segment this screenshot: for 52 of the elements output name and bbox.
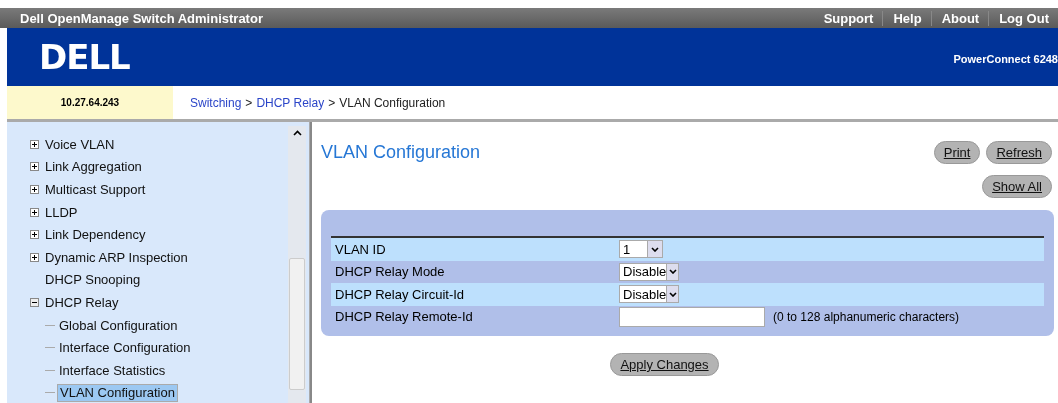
expand-icon[interactable] [30,207,39,217]
caret-icon[interactable] [668,291,677,297]
tree-item[interactable]: DHCP Snooping [43,272,143,288]
page-title: VLAN Configuration [321,142,481,163]
expand-icon[interactable] [30,185,39,194]
breadcrumb-current: VLAN Configuration [339,95,446,110]
logo: DELL [39,37,130,77]
scrollbar[interactable] [288,126,306,403]
window-title: Dell OpenManage Switch Administrator [20,10,263,26]
tree-item[interactable]: Voice VLAN [43,136,117,152]
expand-icon[interactable] [30,162,39,172]
toolbar-button[interactable]: Refresh [986,141,1052,164]
tree-item[interactable]: LLDP [43,204,80,220]
tree-item[interactable]: Interface Configuration [57,340,193,356]
top-link[interactable]: About [930,10,989,26]
expand-icon[interactable] [30,230,39,240]
dropdown[interactable]: Disable [619,285,679,304]
tree-item[interactable]: Multicast Support [43,182,148,197]
top-link[interactable]: Log Out [988,10,1058,26]
toolbar-button[interactable]: Print [933,141,981,164]
scroll-up-icon[interactable] [292,130,302,138]
show-all-button[interactable]: Show All [982,175,1052,198]
tree-item[interactable]: Interface Statistics [57,362,168,378]
top-link[interactable]: Help [882,10,931,26]
expand-icon[interactable] [30,139,39,149]
breadcrumb-link[interactable]: DHCP Relay [256,95,325,110]
tree-item[interactable]: VLAN Configuration [57,383,178,402]
collapse-icon[interactable] [30,297,39,307]
breadcrumb-separator: > [245,95,253,110]
tree-item[interactable]: Dynamic ARP Inspection [43,249,190,265]
input-field[interactable] [619,306,765,327]
apply-changes-button[interactable]: Apply Changes [610,353,719,376]
breadcrumb-link[interactable]: Switching [190,95,242,110]
breadcrumb-separator: > [328,95,336,110]
dropdown[interactable]: 1 [619,240,663,259]
field-hint: (0 to 128 alphanumeric characters) [773,309,960,324]
tree-item[interactable]: Link Aggregation [43,159,144,175]
field-label: DHCP Relay Circuit-Id [334,286,466,302]
top-link[interactable]: Support [813,10,883,26]
caret-icon[interactable] [651,246,659,252]
caret-icon[interactable] [668,269,677,275]
tree-item[interactable]: Link Dependency [43,227,148,243]
ip-address: 10.27.64.243 [7,86,173,119]
field-label: DHCP Relay Remote-Id [334,309,474,325]
field-label: DHCP Relay Mode [334,264,446,280]
tree-item[interactable]: DHCP Relay [43,294,121,310]
product-name: PowerConnect 6248 [953,53,1058,65]
dropdown[interactable]: Disable [619,262,679,281]
scrollbar-thumb[interactable] [289,258,305,390]
field-label: VLAN ID [334,241,387,257]
expand-icon[interactable] [30,252,39,262]
tree-item[interactable]: Global Configuration [57,317,180,333]
